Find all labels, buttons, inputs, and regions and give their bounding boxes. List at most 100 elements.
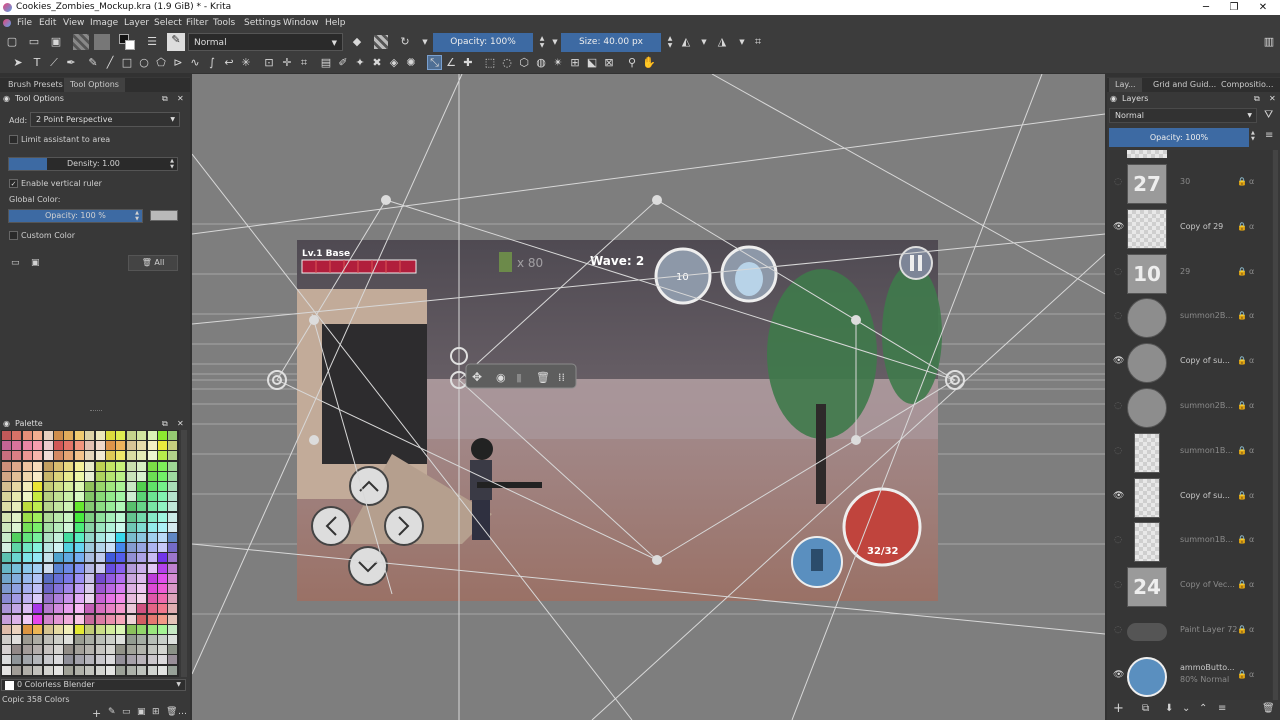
palette-swatch[interactable] (126, 655, 136, 665)
palette-swatch[interactable] (147, 471, 157, 481)
palette-swatch[interactable] (116, 502, 126, 512)
palette-swatch[interactable] (137, 584, 147, 593)
palette-swatch[interactable] (43, 573, 53, 583)
palette-swatch[interactable] (64, 543, 74, 553)
palette-swatch[interactable] (116, 594, 126, 604)
float-docker-icon[interactable]: ⧉ (162, 92, 168, 106)
assistant-type-dropdown[interactable]: 2 Point Perspective ▼ (30, 112, 180, 127)
palette-swatch[interactable] (106, 533, 115, 542)
palette-swatch[interactable] (74, 563, 84, 573)
layer-properties-icon[interactable]: ≡ (1218, 703, 1226, 714)
palette-swatch[interactable] (43, 543, 53, 553)
palette-swatch[interactable] (147, 492, 157, 502)
palette-swatch[interactable] (54, 604, 63, 614)
palette-swatch[interactable] (126, 533, 136, 542)
pan-tool-icon[interactable]: ✋ (642, 56, 656, 70)
palette-swatch[interactable] (116, 492, 126, 502)
palette-swatch[interactable] (158, 563, 167, 573)
palette-swatch[interactable] (95, 451, 105, 461)
palette-swatch[interactable] (137, 461, 147, 471)
palette-swatch[interactable] (168, 665, 178, 675)
magnetic-selection-icon[interactable]: ⊠ (602, 56, 616, 70)
palette-swatch[interactable] (64, 655, 74, 665)
palette-swatch[interactable] (43, 533, 53, 542)
palette-swatch[interactable] (85, 543, 95, 553)
layer-opacity-slider[interactable]: Opacity: 100% (1109, 128, 1249, 147)
palette-swatch[interactable] (64, 624, 74, 634)
palette-swatch[interactable] (85, 502, 95, 512)
palette-swatch[interactable] (168, 645, 178, 655)
eye-hidden-icon[interactable]: ◌ (1113, 267, 1123, 277)
layer-row[interactable]: ◌ 24 Copy of Vec... 🔒 α (1107, 565, 1272, 609)
palette-swatch[interactable] (116, 512, 126, 522)
palette-swatch[interactable] (106, 604, 115, 614)
ellipse-tool-icon[interactable]: ○ (137, 56, 151, 70)
palette-swatch[interactable] (22, 655, 32, 665)
palette-swatch[interactable] (158, 645, 167, 655)
palette-swatch[interactable] (95, 604, 105, 614)
menu-file[interactable]: File (17, 15, 32, 31)
palette-swatch[interactable] (106, 492, 115, 502)
select-shapes-tool-icon[interactable]: ➤ (11, 56, 25, 70)
layer-list-scrollbar[interactable] (1273, 150, 1278, 700)
menu-layer[interactable]: Layer (124, 15, 149, 31)
palette-swatch[interactable] (126, 431, 136, 440)
palette-swatch[interactable] (137, 604, 147, 614)
layer-row[interactable]: ◌ Paint Layer 72 🔒 α (1107, 610, 1272, 654)
palette-swatch[interactable] (54, 665, 63, 675)
palette-swatch[interactable] (33, 635, 43, 644)
palette-swatch[interactable] (22, 512, 32, 522)
palette-swatch[interactable] (95, 502, 105, 512)
layer-blend-mode-dropdown[interactable]: Normal ▼ (1109, 108, 1257, 123)
palette-swatch[interactable] (158, 522, 167, 532)
palette-swatch[interactable] (116, 461, 126, 471)
palette-swatch[interactable] (147, 431, 157, 440)
similar-color-selection-icon[interactable]: ⊞ (568, 56, 582, 70)
palette-swatch[interactable] (54, 451, 63, 461)
palette-swatch[interactable] (64, 573, 74, 583)
palette-swatch[interactable] (116, 645, 126, 655)
palette-swatch[interactable] (54, 502, 63, 512)
float-docker-icon[interactable]: ⧉ (162, 417, 168, 431)
palette-swatch[interactable] (2, 624, 11, 634)
palette-swatch[interactable] (137, 533, 147, 542)
palette-swatch[interactable] (116, 635, 126, 644)
palette-swatch[interactable] (126, 492, 136, 502)
layer-row[interactable]: ◌ 10 29 🔒 α (1107, 252, 1272, 296)
palette-swatch[interactable] (74, 553, 84, 563)
chevron-down-icon[interactable]: ▼ (548, 35, 562, 49)
palette-swatch[interactable] (106, 635, 115, 644)
palette-swatch[interactable] (12, 635, 22, 644)
palette-swatch[interactable] (106, 471, 115, 481)
palette-swatch[interactable] (64, 614, 74, 624)
docker-pin-icon[interactable]: ◉ (1110, 92, 1117, 106)
palette-swatch[interactable] (33, 461, 43, 471)
palette-swatch[interactable] (12, 512, 22, 522)
palette-swatch[interactable] (64, 471, 74, 481)
palette-swatch[interactable] (12, 665, 22, 675)
palette-swatch[interactable] (43, 645, 53, 655)
palette-swatch[interactable] (33, 573, 43, 583)
spin-arrows-icon[interactable]: ▲ ▼ (1251, 130, 1255, 142)
eraser-icon[interactable]: ◆ (350, 35, 364, 49)
palette-swatch[interactable] (158, 665, 167, 675)
palette-swatch[interactable] (116, 533, 126, 542)
palette-swatch[interactable] (147, 512, 157, 522)
palette-swatch[interactable] (12, 563, 22, 573)
palette-swatch[interactable] (116, 665, 126, 675)
palette-swatch[interactable] (33, 553, 43, 563)
palette-swatch[interactable] (106, 584, 115, 593)
palette-swatch[interactable] (22, 502, 32, 512)
palette-swatch[interactable] (85, 492, 95, 502)
palette-swatch[interactable] (158, 533, 167, 542)
eye-hidden-icon[interactable]: ◌ (1113, 580, 1123, 590)
palette-swatch[interactable] (95, 522, 105, 532)
palette-swatch[interactable] (168, 573, 178, 583)
preserve-alpha-icon[interactable] (374, 35, 388, 49)
reference-images-tool-icon[interactable]: ✚ (461, 56, 475, 70)
palette-swatch[interactable] (2, 522, 11, 532)
palette-swatch[interactable] (12, 614, 22, 624)
palette-swatch[interactable] (12, 573, 22, 583)
rectangle-tool-icon[interactable]: □ (120, 56, 134, 70)
palette-swatch[interactable] (64, 431, 74, 440)
